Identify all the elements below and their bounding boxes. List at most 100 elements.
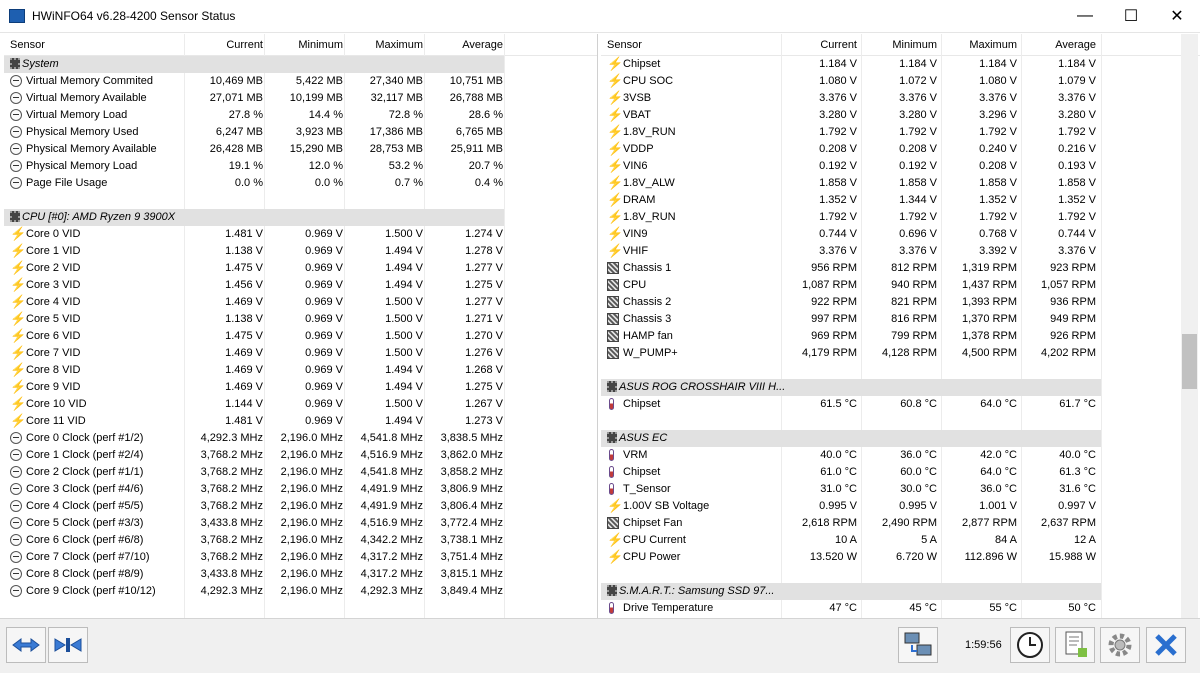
column-header-maximum[interactable]: Maximum <box>375 39 423 51</box>
sensor-row[interactable]: ⚡ Core 10 VID 1.144 V 0.969 V 1.500 V 1.267 V <box>4 396 597 413</box>
vertical-scrollbar[interactable] <box>1181 34 1198 618</box>
minimum-value: 0.969 V <box>305 296 343 308</box>
sensor-row[interactable]: Core 8 Clock (perf #8/9) 3,433.8 MHz 2,196… <box>4 566 597 583</box>
sensor-group-header[interactable]: System <box>4 56 504 73</box>
sensor-row[interactable]: Chassis 1 956 RPM 812 RPM 1,319 RPM 923 RPM <box>601 260 1200 277</box>
column-header-row[interactable]: Sensor Current Minimum Maximum Average <box>601 34 1200 56</box>
sensor-row[interactable]: T_Sensor 31.0 °C 30.0 °C 36.0 °C 31.6 °C <box>601 481 1200 498</box>
sensor-row[interactable]: Core 0 Clock (perf #1/2) 4,292.3 MHz 2,196… <box>4 430 597 447</box>
column-header-minimum[interactable]: Minimum <box>298 39 343 51</box>
column-header-row[interactable]: Sensor Current Minimum Maximum Average <box>4 34 597 56</box>
maximum-value: 0.208 V <box>979 160 1017 172</box>
sensor-row[interactable]: ⚡ VHIF 3.376 V 3.376 V 3.392 V 3.376 V <box>601 243 1200 260</box>
sensor-row[interactable]: CPU 1,087 RPM 940 RPM 1,437 RPM 1,057 RPM <box>601 277 1200 294</box>
sensor-row[interactable]: Core 6 Clock (perf #6/8) 3,768.2 MHz 2,196… <box>4 532 597 549</box>
sensor-row[interactable]: ⚡ CPU Power 13.520 W 6.720 W 112.896 W 15.988… <box>601 549 1200 566</box>
sensor-pane-right[interactable]: Sensor Current Minimum Maximum Average ⚡ Chips… <box>601 34 1200 618</box>
sensor-row[interactable]: Core 9 Clock (perf #10/12) 4,292.3 MHz 2,1… <box>4 583 597 600</box>
sensor-row[interactable]: Chipset 61.0 °C 60.0 °C 64.0 °C 61.3 °C <box>601 464 1200 481</box>
maximum-value: 1.858 V <box>979 177 1017 189</box>
sensor-row[interactable]: ⚡ Core 0 VID 1.481 V 0.969 V 1.500 V 1.274 V <box>4 226 597 243</box>
expand-columns-button[interactable] <box>6 627 46 663</box>
close-sensors-button[interactable] <box>1146 627 1186 663</box>
temperature-icon <box>609 398 614 410</box>
sensor-row[interactable]: ⚡ 1.8V_ALW 1.858 V 1.858 V 1.858 V 1.858 V <box>601 175 1200 192</box>
column-header-sensor[interactable]: Sensor <box>10 39 45 51</box>
sensor-row[interactable]: Virtual Memory Available 27,071 MB 10,199 … <box>4 90 597 107</box>
sensor-row[interactable]: ⚡ 3VSB 3.376 V 3.376 V 3.376 V 3.376 V <box>601 90 1200 107</box>
clock-icon <box>10 109 22 121</box>
sensor-group-header[interactable]: ASUS EC <box>601 430 1101 447</box>
column-header-maximum[interactable]: Maximum <box>969 39 1017 51</box>
sensor-row[interactable]: Core 1 Clock (perf #2/4) 3,768.2 MHz 2,196… <box>4 447 597 464</box>
sensor-row[interactable]: ⚡ VBAT 3.280 V 3.280 V 3.296 V 3.280 V <box>601 107 1200 124</box>
sensor-row[interactable]: ⚡ Core 11 VID 1.481 V 0.969 V 1.494 V 1.273 V <box>4 413 597 430</box>
column-header-current[interactable]: Current <box>226 39 263 51</box>
sensor-row[interactable]: Chipset 61.5 °C 60.8 °C 64.0 °C 61.7 °C <box>601 396 1200 413</box>
sensor-row[interactable]: Chipset Fan 2,618 RPM 2,490 RPM 2,877 RPM 2,… <box>601 515 1200 532</box>
scrollbar-thumb[interactable] <box>1182 334 1197 389</box>
sensor-row[interactable]: Physical Memory Available 26,428 MB 15,290… <box>4 141 597 158</box>
average-value: 26,788 MB <box>449 92 503 104</box>
sensor-row[interactable]: ⚡ Core 4 VID 1.469 V 0.969 V 1.500 V 1.277 V <box>4 294 597 311</box>
sensor-row[interactable]: VRM 40.0 °C 36.0 °C 42.0 °C 40.0 °C <box>601 447 1200 464</box>
column-header-sensor[interactable]: Sensor <box>607 39 642 51</box>
clock-reset-button[interactable] <box>1010 627 1050 663</box>
sensor-row[interactable]: HAMP fan 969 RPM 799 RPM 1,378 RPM 926 RPM <box>601 328 1200 345</box>
sensor-row[interactable]: ⚡ CPU SOC 1.080 V 1.072 V 1.080 V 1.079 V <box>601 73 1200 90</box>
sensor-row[interactable]: ⚡ 1.00V SB Voltage 0.995 V 0.995 V 1.001 V 0.… <box>601 498 1200 515</box>
sensor-row[interactable]: ⚡ Chipset 1.184 V 1.184 V 1.184 V 1.184 V <box>601 56 1200 73</box>
sensor-row[interactable]: W_PUMP+ 4,179 RPM 4,128 RPM 4,500 RPM 4,202 … <box>601 345 1200 362</box>
sensor-row[interactable]: Core 7 Clock (perf #7/10) 3,768.2 MHz 2,19… <box>4 549 597 566</box>
sensor-row[interactable]: ⚡ 1.8V_RUN 1.792 V 1.792 V 1.792 V 1.792 V <box>601 124 1200 141</box>
sensor-row[interactable]: Chassis 3 997 RPM 816 RPM 1,370 RPM 949 RPM <box>601 311 1200 328</box>
report-button[interactable] <box>1055 627 1095 663</box>
sensor-row[interactable]: Chassis 2 922 RPM 821 RPM 1,393 RPM 936 RPM <box>601 294 1200 311</box>
maximize-button[interactable]: ☐ <box>1108 0 1154 32</box>
sensor-row[interactable]: ⚡ VDDP 0.208 V 0.208 V 0.240 V 0.216 V <box>601 141 1200 158</box>
maximum-value: 3.376 V <box>979 92 1017 104</box>
sensor-row[interactable]: ⚡ DRAM 1.352 V 1.344 V 1.352 V 1.352 V <box>601 192 1200 209</box>
maximum-value: 1.494 V <box>385 415 423 427</box>
sensor-row[interactable]: ⚡ Core 9 VID 1.469 V 0.969 V 1.494 V 1.275 V <box>4 379 597 396</box>
network-button[interactable] <box>898 627 938 663</box>
sensor-row[interactable]: Core 3 Clock (perf #4/6) 3,768.2 MHz 2,196… <box>4 481 597 498</box>
sensor-group-header[interactable]: ASUS ROG CROSSHAIR VIII H... <box>601 379 1101 396</box>
sensor-row[interactable]: Physical Memory Used 6,247 MB 3,923 MB 17,3… <box>4 124 597 141</box>
sensor-row[interactable]: Core 5 Clock (perf #3/3) 3,433.8 MHz 2,196… <box>4 515 597 532</box>
voltage-icon: ⚡ <box>10 294 27 309</box>
sensor-row[interactable]: Virtual Memory Commited 10,469 MB 5,422 MB… <box>4 73 597 90</box>
sensor-row[interactable]: ⚡ Core 6 VID 1.475 V 0.969 V 1.500 V 1.270 V <box>4 328 597 345</box>
sensor-row[interactable]: ⚡ Core 3 VID 1.456 V 0.969 V 1.494 V 1.275 V <box>4 277 597 294</box>
sensor-row[interactable]: ⚡ VIN9 0.744 V 0.696 V 0.768 V 0.744 V <box>601 226 1200 243</box>
column-header-average[interactable]: Average <box>1055 39 1096 51</box>
sensor-row[interactable]: Core 4 Clock (perf #5/5) 3,768.2 MHz 2,196… <box>4 498 597 515</box>
sensor-group-header[interactable]: CPU [#0]: AMD Ryzen 9 3900X <box>4 209 504 226</box>
sensor-row[interactable]: Core 2 Clock (perf #1/1) 3,768.2 MHz 2,196… <box>4 464 597 481</box>
sensor-row[interactable]: ⚡ CPU Current 10 A 5 A 84 A 12 A <box>601 532 1200 549</box>
sensor-row[interactable]: ⚡ Core 7 VID 1.469 V 0.969 V 1.500 V 1.276 V <box>4 345 597 362</box>
sensor-row[interactable]: ⚡ 1.8V_RUN 1.792 V 1.792 V 1.792 V 1.792 V <box>601 209 1200 226</box>
minimize-button[interactable]: — <box>1062 0 1108 32</box>
sensor-row[interactable]: Page File Usage 0.0 % 0.0 % 0.7 % 0.4 % <box>4 175 597 192</box>
sensor-row[interactable]: ⚡ Core 5 VID 1.138 V 0.969 V 1.500 V 1.271 V <box>4 311 597 328</box>
column-header-average[interactable]: Average <box>462 39 503 51</box>
sensor-row[interactable]: ⚡ VIN6 0.192 V 0.192 V 0.208 V 0.193 V <box>601 158 1200 175</box>
sensor-row[interactable]: ⚡ Core 8 VID 1.469 V 0.969 V 1.494 V 1.268 V <box>4 362 597 379</box>
sensor-row[interactable]: ⚡ Core 1 VID 1.138 V 0.969 V 1.494 V 1.278 V <box>4 243 597 260</box>
sensor-row[interactable]: ⚡ Core 2 VID 1.475 V 0.969 V 1.494 V 1.277 V <box>4 260 597 277</box>
settings-button[interactable] <box>1100 627 1140 663</box>
close-window-button[interactable]: ✕ <box>1154 0 1200 32</box>
sensor-name: Core 7 Clock (perf #7/10) <box>26 551 150 563</box>
sensor-row[interactable]: Virtual Memory Load 27.8 % 14.4 % 72.8 % 28.… <box>4 107 597 124</box>
sensor-row[interactable]: Physical Memory Load 19.1 % 12.0 % 53.2 % 20… <box>4 158 597 175</box>
sensor-row[interactable]: Drive Temperature 47 °C 45 °C 55 °C 50 °C <box>601 600 1200 617</box>
collapse-columns-button[interactable] <box>48 627 88 663</box>
column-header-current[interactable]: Current <box>820 39 857 51</box>
current-value: 1.481 V <box>225 415 263 427</box>
sensor-group-header[interactable]: S.M.A.R.T.: Samsung SSD 97... <box>601 583 1101 600</box>
sensor-pane-left[interactable]: Sensor Current Minimum Maximum Average System… <box>4 34 598 618</box>
fan-icon <box>607 279 619 291</box>
column-header-minimum[interactable]: Minimum <box>892 39 937 51</box>
sensor-name: Drive Temperature <box>623 602 714 614</box>
